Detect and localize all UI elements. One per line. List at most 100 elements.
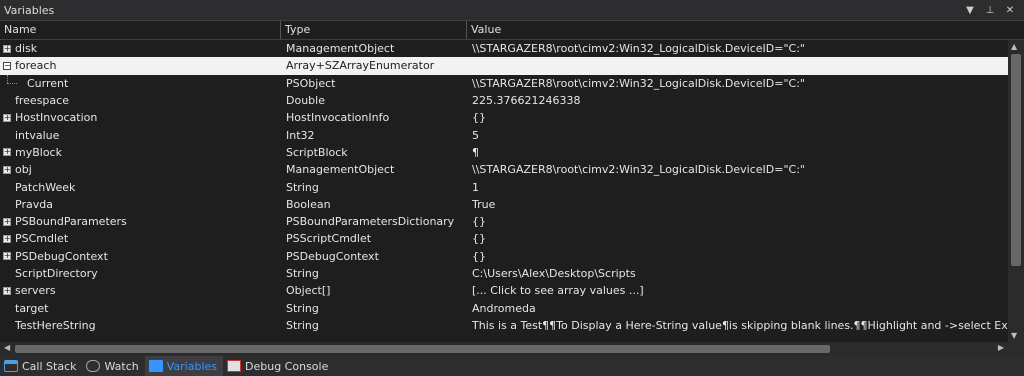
variable-value: \\STARGAZER8\root\cimv2:Win32_LogicalDis…	[472, 163, 805, 177]
variable-value: \\STARGAZER8\root\cimv2:Win32_LogicalDis…	[472, 76, 805, 90]
watch-icon	[86, 360, 101, 372]
variable-type: ManagementObject	[286, 42, 395, 56]
expand-icon[interactable]: +	[3, 165, 11, 174]
variable-value: 225.376621246338	[472, 94, 581, 108]
scroll-right-icon[interactable]: ▶	[998, 343, 1004, 352]
column-header-value[interactable]: Value	[467, 21, 1024, 39]
scroll-left-icon[interactable]: ◀	[4, 343, 10, 352]
variable-value: C:\Users\Alex\Desktop\Scripts	[472, 267, 636, 280]
table-row[interactable]: + PSBoundParameters PSBoundParametersDicti…	[0, 213, 1008, 230]
variable-name: servers	[15, 284, 56, 298]
variable-type: String	[286, 180, 319, 194]
variable-name: ScriptDirectory	[15, 267, 98, 280]
expand-icon[interactable]: +	[3, 234, 11, 243]
variable-value: ¶	[472, 145, 479, 159]
tab-label: Variables	[166, 359, 218, 373]
variable-value: [... Click to see array values ...]	[472, 284, 644, 298]
horizontal-scrollbar[interactable]: ◀ ▶	[0, 342, 1008, 356]
table-row[interactable]: + HostInvocation HostInvocationInfo {}	[0, 109, 1008, 126]
vertical-scroll-thumb[interactable]	[1011, 54, 1021, 266]
variable-value: Andromeda	[472, 301, 536, 315]
expand-icon[interactable]: +	[3, 148, 11, 157]
tree-branch	[7, 83, 17, 85]
variable-value: {}	[472, 215, 486, 229]
tab-label: Watch	[104, 359, 139, 373]
horizontal-scroll-thumb[interactable]	[15, 345, 830, 353]
tab-watch[interactable]: Watch	[82, 356, 144, 376]
table-row[interactable]: freespace Double 225.376621246338	[0, 92, 1008, 109]
table-row[interactable]: + PSDebugContext PSDebugContext {}	[0, 248, 1008, 265]
variable-name: PSCmdlet	[15, 232, 69, 246]
tab-debug-console[interactable]: Debug Console	[223, 356, 334, 376]
variable-type: Object[]	[286, 284, 331, 298]
variable-type: Array+SZArrayEnumerator	[286, 59, 435, 73]
panel-title: Variables	[4, 3, 55, 17]
name-cell: Pravda	[0, 196, 281, 213]
expand-icon[interactable]: +	[3, 286, 11, 295]
variable-type: ScriptBlock	[286, 145, 348, 159]
table-row[interactable]: + obj ManagementObject \\STARGAZER8\root\ci…	[0, 161, 1008, 178]
variable-name: Current	[27, 76, 69, 90]
table-row[interactable]: Pravda Boolean True	[0, 196, 1008, 213]
table-row[interactable]: Current PSObject \\STARGAZER8\root\cimv2:W…	[0, 74, 1008, 92]
scrollbar-corner	[1008, 342, 1024, 356]
pin-icon[interactable]: ⊥	[984, 5, 996, 16]
table-row[interactable]: + PSCmdlet PSScriptCmdlet {}	[0, 230, 1008, 247]
tab-callstack[interactable]: Call Stack	[0, 356, 82, 376]
variable-name: Pravda	[15, 197, 53, 211]
variable-value: {}	[472, 232, 486, 246]
table-row[interactable]: + myBlock ScriptBlock ¶	[0, 144, 1008, 161]
expand-icon[interactable]: +	[3, 44, 11, 53]
name-cell: target	[0, 299, 281, 316]
table-row[interactable]: − foreach Array+SZArrayEnumerator	[0, 57, 1008, 75]
name-cell: intvalue	[0, 126, 281, 143]
expand-icon[interactable]: +	[3, 252, 11, 261]
dropdown-icon[interactable]: ▼	[964, 5, 976, 16]
variable-type: PSBoundParametersDictionary	[286, 215, 455, 229]
column-header: Name Type Value	[0, 21, 1024, 40]
name-cell: + PSBoundParameters	[0, 213, 281, 230]
table-row[interactable]: + disk ManagementObject \\STARGAZER8\root\c…	[0, 40, 1008, 57]
table-row[interactable]: ScriptDirectory String C:\Users\Alex\Deskt…	[0, 265, 1008, 282]
name-cell: + PSCmdlet	[0, 230, 281, 247]
variable-type: HostInvocationInfo	[286, 111, 390, 125]
variables-icon	[148, 360, 163, 372]
variable-name: PSBoundParameters	[15, 215, 127, 229]
variable-type: Double	[286, 94, 325, 108]
expand-icon[interactable]: +	[3, 113, 11, 122]
name-cell: Current	[0, 74, 281, 92]
variable-type: String	[286, 267, 319, 280]
variable-type: String	[286, 318, 319, 332]
callstack-icon	[4, 360, 18, 372]
variable-value: \\STARGAZER8\root\cimv2:Win32_LogicalDis…	[472, 42, 805, 56]
variable-name: freespace	[15, 94, 69, 108]
scroll-down-icon[interactable]: ▼	[1011, 331, 1017, 340]
variables-grid: + disk ManagementObject \\STARGAZER8\root\c…	[0, 40, 1008, 342]
variable-type: Int32	[286, 128, 315, 142]
name-cell: freespace	[0, 92, 281, 109]
variable-value: True	[472, 197, 496, 211]
variable-type: PSScriptCmdlet	[286, 232, 372, 246]
variable-value: 1	[472, 180, 479, 194]
collapse-icon[interactable]: −	[3, 61, 11, 70]
table-row[interactable]: TestHereString String This is a Test¶¶To D…	[0, 317, 1008, 334]
column-header-name[interactable]: Name	[0, 21, 281, 39]
variable-type: PSDebugContext	[286, 249, 379, 263]
vertical-scrollbar[interactable]: ▲ ▼	[1008, 40, 1024, 342]
panel-titlebar: Variables ▼ ⊥ ✕	[0, 0, 1024, 21]
name-cell: + disk	[0, 40, 281, 57]
debug-console-icon	[227, 360, 242, 372]
tab-variables[interactable]: Variables	[144, 356, 224, 376]
expand-icon[interactable]: +	[3, 217, 11, 226]
variable-value: This is a Test¶¶To Display a Here-String…	[472, 318, 1008, 332]
table-row[interactable]: + servers Object[] [... Click to see array …	[0, 282, 1008, 299]
variable-value: 5	[472, 128, 479, 142]
table-row[interactable]: intvalue Int32 5	[0, 126, 1008, 143]
variable-type: Boolean	[286, 197, 331, 211]
scroll-up-icon[interactable]: ▲	[1011, 42, 1017, 51]
column-header-type[interactable]: Type	[281, 21, 467, 39]
table-row[interactable]: PatchWeek String 1	[0, 178, 1008, 195]
name-cell: + PSDebugContext	[0, 248, 281, 265]
table-row[interactable]: target String Andromeda	[0, 299, 1008, 316]
close-icon[interactable]: ✕	[1004, 5, 1016, 16]
